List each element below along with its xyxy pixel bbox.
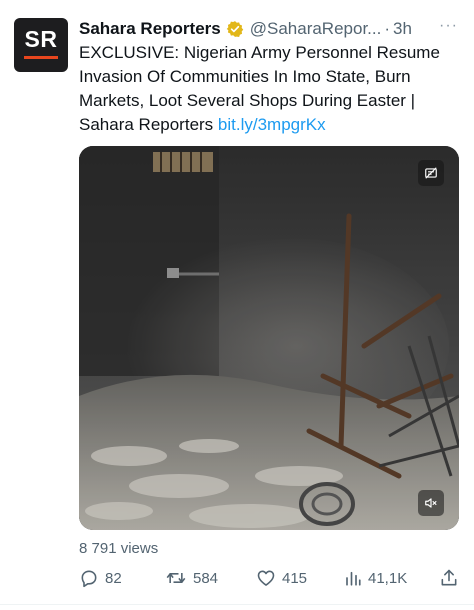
share-button[interactable] [439,568,465,588]
display-name[interactable]: Sahara Reporters [79,19,221,39]
views-chart-icon [346,571,361,586]
verified-badge-icon [226,20,244,38]
media-options-icon[interactable] [418,160,444,186]
tweet-header: Sahara Reporters @SaharaRepor... · 3h ··… [79,17,462,41]
like-count: 415 [282,569,308,587]
user-handle[interactable]: @SaharaRepor... [250,19,382,39]
video-player[interactable] [79,146,459,530]
tweet-timestamp[interactable]: 3h [393,19,412,39]
action-bar: 82 584 415 41,1K [79,568,464,592]
more-options-icon[interactable]: ··· [439,17,458,35]
retweet-count: 584 [193,569,219,587]
view-count: 8 791 views [79,540,159,557]
avatar-logo-text: SR [24,26,58,52]
reply-button[interactable]: 82 [79,568,122,588]
like-icon [257,570,275,586]
views-button[interactable]: 41,1K [344,568,407,588]
retweet-icon [166,573,186,583]
reply-count: 82 [105,569,122,587]
tweet-link[interactable]: bit.ly/3mpgrKx [218,115,326,134]
avatar-logo-bar [24,56,58,59]
retweet-button[interactable]: 584 [165,568,218,588]
header-separator: · [384,19,391,38]
avatar[interactable]: SR [14,18,68,72]
like-button[interactable]: 415 [256,568,307,588]
video-frame [79,146,459,530]
share-icon [441,569,457,586]
tweet-text: EXCLUSIVE: Nigerian Army Personnel Resum… [79,41,464,137]
views-count: 41,1K [368,569,408,587]
divider [0,604,474,605]
mute-icon[interactable] [418,490,444,516]
reply-icon [81,570,97,588]
